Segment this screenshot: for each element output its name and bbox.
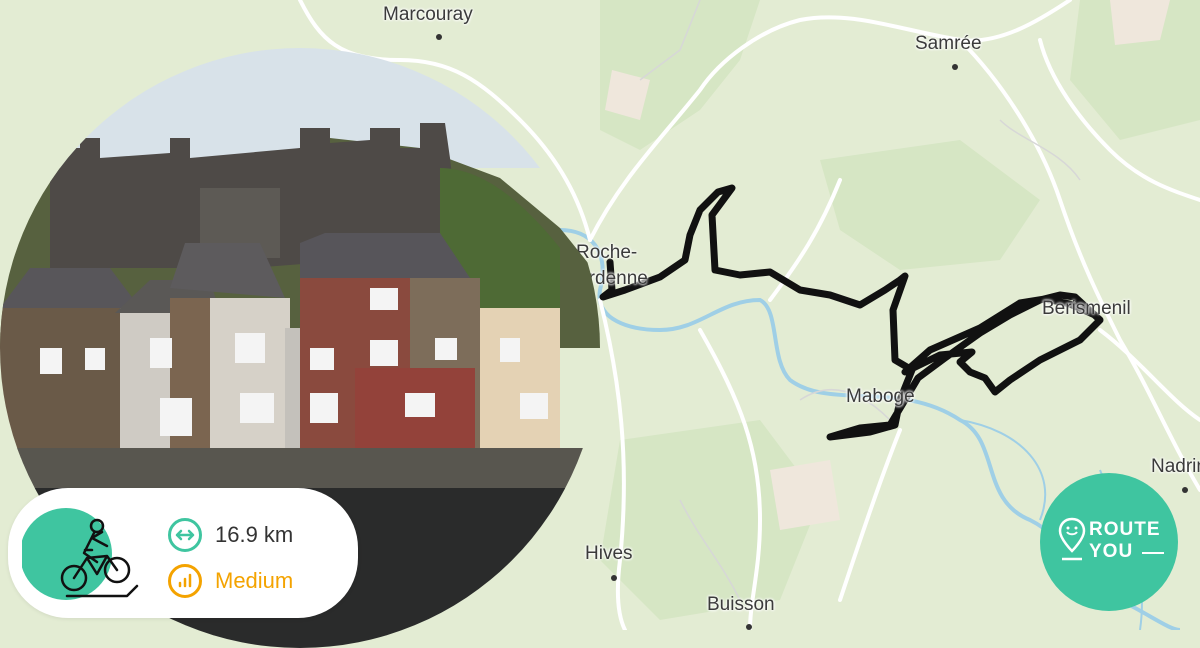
distance-arrows-icon — [168, 518, 202, 552]
mountain-bike-icon — [22, 508, 139, 600]
place-label-berismenil: Berismenil — [1042, 298, 1131, 319]
place-label-maboge: Maboge — [846, 386, 915, 407]
route-stats-card — [8, 488, 358, 618]
place-label-nadrin: Nadrin — [1151, 456, 1200, 477]
logo-word-route: ROUTE — [1089, 519, 1161, 540]
place-label-hives: Hives — [585, 543, 633, 564]
place-label-samree: Samrée — [915, 33, 982, 54]
field-area — [770, 460, 840, 530]
difficulty-signal-icon — [168, 564, 202, 598]
place-dot-marcouray — [436, 34, 442, 40]
place-label-marcouray: Marcouray — [383, 4, 473, 25]
distance-stat: 16.9 km — [168, 518, 293, 552]
difficulty-value: Medium — [215, 568, 294, 593]
place-label-buisson: Buisson — [707, 594, 775, 615]
place-dot-hives — [611, 575, 617, 581]
place-dot-buisson — [746, 624, 752, 630]
logo-word-you: YOU — [1089, 541, 1134, 562]
distance-value: 16.9 km — [215, 522, 294, 547]
place-dot-nadrin — [1182, 487, 1188, 493]
quay-wall — [0, 448, 600, 488]
routeyou-logo[interactable]: ROUTE YOU — [1040, 473, 1178, 611]
place-dot-samree — [952, 64, 958, 70]
map-pin-icon — [1058, 517, 1086, 561]
difficulty-stat: Medium — [168, 564, 293, 598]
logo-underline — [1142, 552, 1164, 554]
